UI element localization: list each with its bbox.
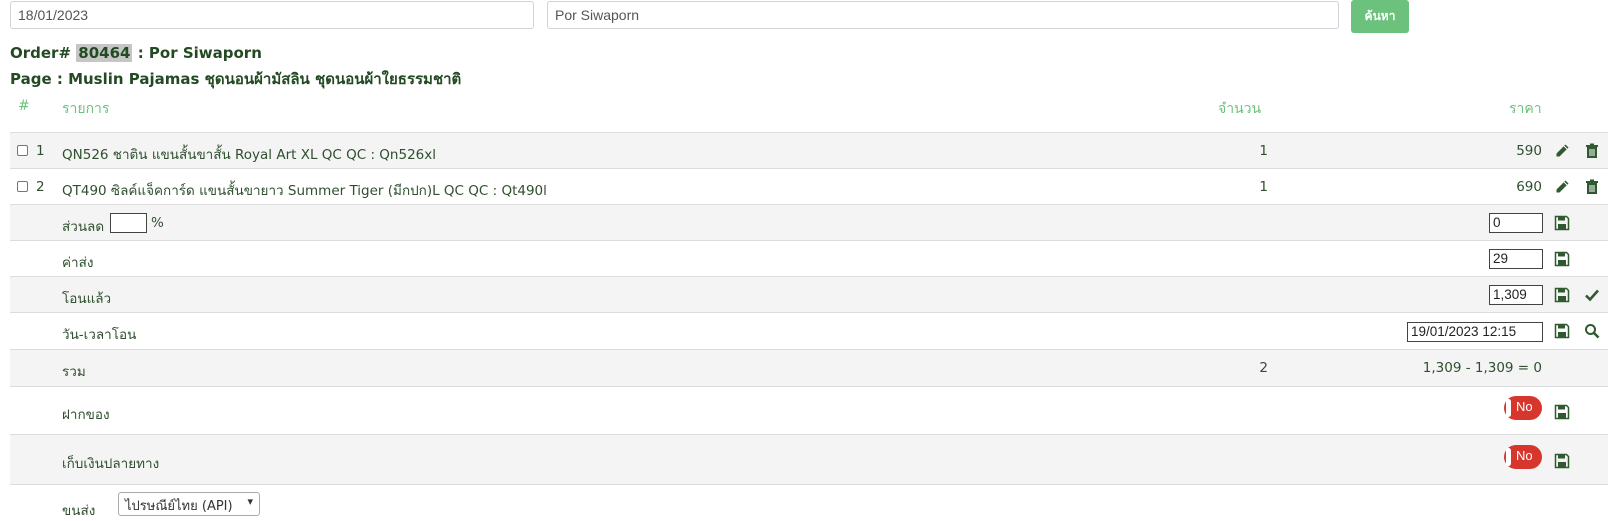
toggle-label: No [1516, 448, 1533, 463]
total-row: รวม 2 1,309 - 1,309 = 0 [10, 349, 1608, 386]
transferred-value-input[interactable]: 1,309 [1489, 285, 1543, 305]
row-item-name: QN526 ชาติน แขนสั้นขาสั้น Royal Art XL Q… [62, 147, 436, 163]
row-quantity: 1 [1259, 143, 1268, 159]
deposit-row: ฝากของ No [10, 386, 1608, 434]
total-quantity: 2 [1259, 360, 1268, 376]
cod-label: เก็บเงินปลายทาง [62, 456, 160, 472]
shipping-value-input[interactable]: 29 [1489, 249, 1543, 269]
row-index: 1 [36, 143, 45, 159]
total-summary: 1,309 - 1,309 = 0 [1422, 360, 1542, 376]
discount-value-input[interactable]: 0 [1489, 213, 1543, 233]
row-price: 690 [1516, 179, 1542, 195]
floppy-disk-icon[interactable] [1554, 215, 1570, 231]
discount-label: ส่วนลด [62, 219, 105, 235]
customer-name-input[interactable] [547, 1, 1339, 29]
carrier-select[interactable]: ไปรษณีย์ไทย (API) ▾ [118, 492, 260, 516]
row-index: 2 [36, 179, 45, 195]
checkmark-icon[interactable] [1584, 287, 1600, 303]
floppy-disk-icon[interactable] [1554, 404, 1570, 420]
total-label: รวม [62, 364, 86, 380]
transfer-datetime-input[interactable]: 19/01/2023 12:15 [1407, 322, 1543, 342]
row-divider [10, 484, 1608, 485]
chevron-down-icon: ▾ [247, 495, 253, 508]
magnifier-icon[interactable] [1584, 323, 1600, 339]
discount-percent-sign: % [151, 215, 164, 231]
order-customer: Por Siwaporn [148, 44, 262, 62]
order-title: Order# 80464 : Por Siwaporn [10, 44, 262, 62]
floppy-disk-icon[interactable] [1554, 251, 1570, 267]
column-header-price: ราคา [1509, 101, 1542, 117]
discount-row: ส่วนลด % 0 [10, 204, 1608, 240]
floppy-disk-icon[interactable] [1554, 287, 1570, 303]
deposit-toggle[interactable]: No [1504, 396, 1542, 420]
toggle-knob [1506, 399, 1511, 417]
floppy-disk-icon[interactable] [1554, 453, 1570, 469]
page-line: Page : Muslin Pajamas ชุดนอนผ้ามัสลิน ชุ… [10, 70, 462, 88]
toggle-knob [1506, 448, 1511, 466]
row-price: 590 [1516, 143, 1542, 159]
order-number: 80464 [76, 44, 133, 62]
row-quantity: 1 [1259, 179, 1268, 195]
table-row: 2 QT490 ซิลค์แจ็คการ์ด แขนสั้นขายาว Summ… [10, 168, 1608, 204]
row-checkbox[interactable] [17, 181, 28, 192]
floppy-disk-icon[interactable] [1554, 323, 1570, 339]
table-row: 1 QN526 ชาติน แขนสั้นขาสั้น Royal Art XL… [10, 132, 1608, 168]
pencil-icon[interactable] [1554, 179, 1570, 195]
discount-percent-input[interactable] [110, 213, 147, 233]
deposit-label: ฝากของ [62, 407, 110, 423]
row-checkbox[interactable] [17, 145, 28, 156]
column-header-quantity: จำนวน [1218, 101, 1262, 117]
pencil-icon[interactable] [1554, 143, 1570, 159]
toggle-label: No [1516, 399, 1533, 414]
column-header-item: รายการ [62, 101, 110, 117]
transfer-datetime-row: วัน-เวลาโอน 19/01/2023 12:15 [10, 312, 1608, 349]
row-item-name: QT490 ซิลค์แจ็คการ์ด แขนสั้นขายาว Summer… [62, 183, 547, 199]
cod-row: เก็บเงินปลายทาง No [10, 434, 1608, 484]
date-input[interactable] [10, 1, 534, 29]
shipping-label: ค่าส่ง [62, 255, 94, 271]
search-button[interactable]: ค้นหา [1351, 0, 1409, 33]
trash-icon[interactable] [1584, 143, 1600, 159]
order-prefix: Order# [10, 44, 72, 62]
transferred-label: โอนแล้ว [62, 291, 112, 307]
order-separator: : [137, 44, 144, 62]
column-header-index: # [18, 98, 30, 114]
transfer-datetime-label: วัน-เวลาโอน [62, 327, 137, 343]
shipping-row: ค่าส่ง 29 [10, 240, 1608, 276]
cod-toggle[interactable]: No [1504, 445, 1542, 469]
trash-icon[interactable] [1584, 179, 1600, 195]
carrier-label: ขนส่ง [62, 503, 96, 519]
transferred-row: โอนแล้ว 1,309 [10, 276, 1608, 312]
